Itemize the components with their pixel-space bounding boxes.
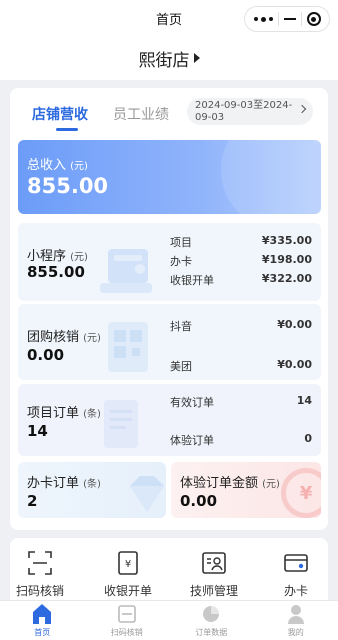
tabbar-home[interactable]: 首页 (0, 601, 85, 640)
card-orders-value: 2 (27, 492, 38, 510)
store-name: 熙街店 (138, 50, 190, 71)
trial-amount-card[interactable]: ¥ 体验订单金额 (元) 0.00 (171, 462, 321, 518)
store-selector-bar: 熙街店 (0, 36, 338, 80)
project-orders-row: 体验订单 0 (170, 432, 312, 447)
total-income-value: 855.00 (27, 174, 109, 198)
card-orders-card[interactable]: 办卡订单 (条) 2 (18, 462, 166, 518)
miniprogram-capsule (244, 6, 330, 32)
quick-action-label: 办卡 (283, 584, 308, 598)
trial-amount-label: 体验订单金额 (元) (180, 476, 280, 491)
chevron-right-icon (297, 104, 307, 114)
trial-amount-value: 0.00 (180, 492, 218, 510)
tab-staff-performance[interactable]: 员工业绩 (113, 104, 169, 124)
tabbar-label: 扫码核销 (110, 628, 143, 637)
tabbar-label: 首页 (34, 628, 51, 637)
technician-icon (202, 552, 226, 574)
revenue-panel: 店铺营收 员工业绩 2024-09-03至2024- 09-03 总收入 (元)… (10, 88, 328, 530)
tabbar-orders[interactable]: 订单数据 (169, 601, 254, 640)
cashier-icon: ¥ (118, 551, 138, 575)
project-orders-card[interactable]: 项目订单 (条) 14 有效订单 14 体验订单 0 (18, 384, 321, 456)
group-buy-row: 抖音 ¥0.00 (170, 318, 312, 333)
svg-text:¥: ¥ (125, 559, 131, 570)
project-orders-label: 项目订单 (条) (27, 406, 101, 421)
pie-chart-icon (203, 606, 220, 622)
yuan-coin-icon: ¥ (281, 468, 321, 518)
phone-card-illustration-icon (100, 249, 152, 293)
user-icon (287, 605, 304, 624)
quick-action-card[interactable]: 办卡 (266, 550, 326, 599)
decorative-circle (221, 140, 321, 214)
mini-program-row: 收银开单 ¥322.00 (170, 272, 312, 287)
qr-code-illustration-icon (108, 322, 148, 372)
mini-program-value: 855.00 (27, 263, 85, 281)
mini-program-row: 办卡 ¥198.00 (170, 253, 312, 268)
scan-icon (28, 551, 52, 575)
tabbar-mine[interactable]: 我的 (254, 601, 338, 640)
tabbar-label: 订单数据 (195, 628, 228, 637)
capsule-divider (277, 12, 279, 26)
mini-program-card[interactable]: 小程序 (元) 855.00 项目 ¥335.00 办卡 ¥198.00 收银开单 ¥… (18, 223, 321, 301)
quick-action-label: 技师管理 (189, 584, 238, 598)
minimize-icon[interactable] (283, 18, 296, 20)
tabs: 店铺营收 员工业绩 2024-09-03至2024- 09-03 (10, 88, 328, 136)
project-orders-row: 有效订单 14 (170, 394, 312, 409)
bottom-tab-bar: 首页 扫码核销 订单数据 我的 (0, 600, 338, 640)
quick-action-label: 收银开单 (103, 584, 152, 598)
close-target-icon[interactable] (306, 12, 321, 26)
quick-action-cashier[interactable]: ¥ 收银开单 (98, 550, 158, 599)
quick-actions: 扫码核销 ¥ 收银开单 技师管理 办卡 (10, 538, 328, 608)
tabbar-scan[interactable]: 扫码核销 (85, 601, 170, 640)
diamond-illustration-icon (130, 476, 164, 512)
project-orders-value: 14 (27, 422, 48, 440)
tab-store-revenue[interactable]: 店铺营收 (32, 104, 88, 124)
caret-right-icon (193, 53, 200, 63)
mini-program-row: 项目 ¥335.00 (170, 234, 312, 249)
total-income-label: 总收入 (元) (27, 158, 88, 173)
tab-active-indicator (56, 128, 78, 131)
home-icon (33, 604, 52, 624)
capsule-divider (300, 12, 302, 26)
more-icon[interactable] (253, 16, 273, 22)
card-orders-label: 办卡订单 (条) (27, 476, 101, 491)
date-range-line1: 2024-09-03至2024- (195, 100, 293, 111)
card-icon (284, 554, 308, 572)
total-income-card: 总收入 (元) 855.00 (18, 140, 321, 214)
nav-bar: 首页 (0, 0, 338, 36)
group-buy-card[interactable]: 团购核销 (元) 0.00 抖音 ¥0.00 美团 ¥0.00 (18, 304, 321, 380)
scan-icon (117, 605, 136, 623)
group-buy-value: 0.00 (27, 346, 65, 364)
tabbar-label: 我的 (287, 628, 304, 637)
date-range-line2: 09-03 (195, 112, 225, 123)
quick-action-technician[interactable]: 技师管理 (184, 550, 244, 599)
mini-program-label: 小程序 (元) (27, 249, 88, 264)
quick-action-scan[interactable]: 扫码核销 (10, 550, 70, 599)
group-buy-label: 团购核销 (元) (27, 330, 101, 345)
store-selector[interactable]: 熙街店 (139, 46, 200, 71)
document-illustration-icon (104, 400, 138, 448)
page-title: 首页 (155, 12, 182, 28)
quick-action-label: 扫码核销 (15, 584, 64, 598)
date-range-picker[interactable]: 2024-09-03至2024- 09-03 (187, 98, 313, 125)
group-buy-row: 美团 ¥0.00 (170, 358, 312, 373)
